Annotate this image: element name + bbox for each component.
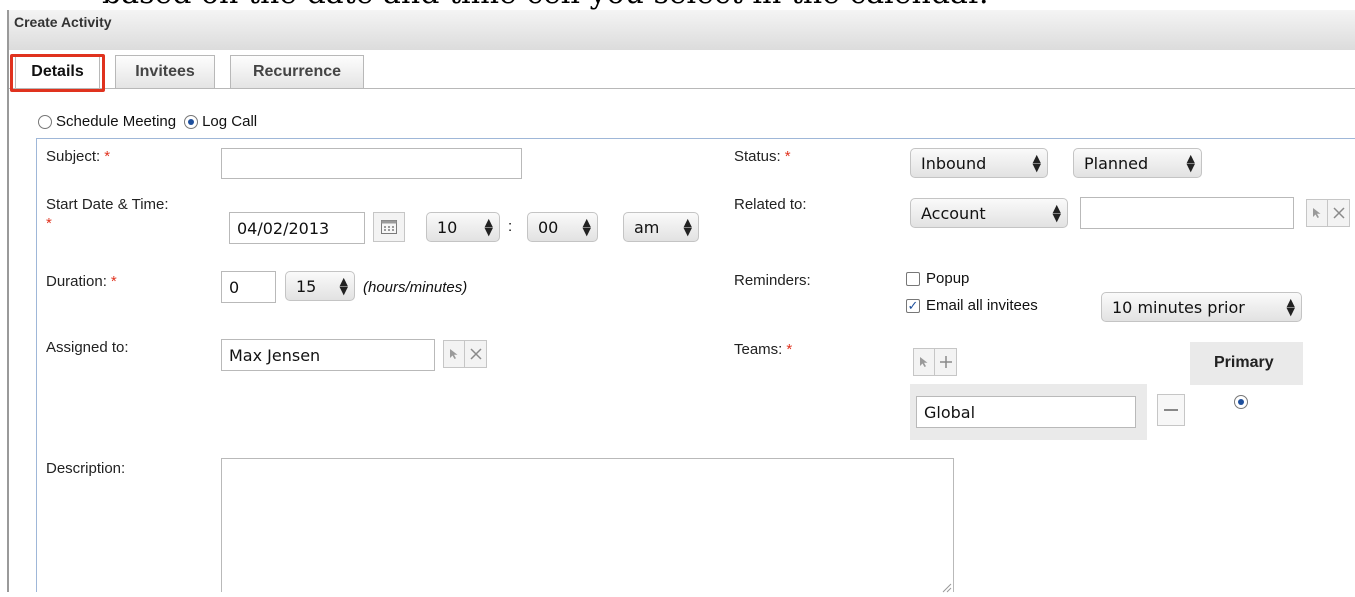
clear-icon[interactable]	[1328, 199, 1350, 227]
duration-minutes-select[interactable]: 15 ▲ ▼	[285, 271, 355, 301]
email-invitees-label: Email all invitees	[926, 297, 1038, 314]
related-to-label: Related to:	[734, 196, 807, 213]
time-separator: :	[508, 218, 513, 235]
tab-recurrence[interactable]: Recurrence	[230, 55, 364, 88]
select-cursor-icon[interactable]	[1306, 199, 1328, 227]
select-arrows-icon: ▲ ▼	[339, 275, 348, 297]
start-hour-select[interactable]: 10 ▲ ▼	[426, 212, 500, 242]
details-tab-highlight	[10, 54, 105, 92]
select-arrows-icon: ▲ ▼	[683, 216, 692, 238]
start-meridiem-select[interactable]: am ▲ ▼	[623, 212, 699, 242]
remove-team-icon[interactable]	[1157, 394, 1185, 426]
select-cursor-icon[interactable]	[913, 348, 935, 376]
start-datetime-label: Start Date & Time:	[46, 196, 169, 213]
select-cursor-icon[interactable]	[443, 340, 465, 368]
assigned-to-actions	[443, 340, 487, 368]
add-team-icon[interactable]	[935, 348, 957, 376]
duration-hours-input[interactable]: 0	[221, 271, 276, 303]
select-arrows-icon: ▲ ▼	[1286, 296, 1295, 318]
related-to-input[interactable]	[1080, 197, 1294, 229]
duration-hint: (hours/minutes)	[363, 279, 468, 296]
select-arrows-icon: ▲ ▼	[1032, 152, 1041, 174]
select-arrows-icon: ▲ ▼	[1186, 152, 1195, 174]
teams-actions	[913, 348, 957, 376]
subject-input[interactable]	[221, 148, 522, 179]
email-timing-select[interactable]: 10 minutes prior ▲ ▼	[1101, 292, 1302, 322]
assigned-to-input[interactable]: Max Jensen	[221, 339, 435, 371]
start-minute-select[interactable]: 00 ▲ ▼	[527, 212, 598, 242]
tabs-baseline	[9, 88, 1355, 89]
primary-header: Primary	[1214, 354, 1274, 371]
select-arrows-icon: ▲ ▼	[1052, 202, 1061, 224]
popup-checkbox[interactable]	[906, 271, 920, 286]
popup-label: Popup	[926, 270, 970, 287]
team-name-input[interactable]: Global	[916, 396, 1136, 428]
start-date-input[interactable]: 04/02/2013	[229, 212, 365, 244]
email-checkbox[interactable]: ✓	[906, 298, 920, 313]
status-direction-select[interactable]: Inbound ▲ ▼	[910, 148, 1048, 178]
assigned-to-label: Assigned to:	[46, 339, 129, 356]
log-call-radio[interactable]	[184, 114, 199, 129]
subject-label: Subject: *	[46, 148, 111, 165]
select-arrows-icon: ▲ ▼	[582, 216, 591, 238]
dialog-title: Create Activity	[14, 14, 112, 30]
calendar-icon[interactable]	[373, 212, 405, 242]
schedule-meeting-radio[interactable]	[38, 114, 52, 129]
dialog-header	[9, 10, 1355, 50]
tab-invitees[interactable]: Invitees	[115, 55, 215, 88]
email-reminder: ✓ Email all invitees	[906, 297, 1038, 314]
resize-handle-icon[interactable]	[940, 580, 952, 593]
clear-icon[interactable]	[465, 340, 487, 368]
duration-label: Duration: *	[46, 273, 117, 290]
activity-type-group: Schedule Meeting Log Call	[38, 113, 257, 130]
start-datetime-required: *	[46, 215, 52, 232]
popup-reminder: Popup	[906, 270, 969, 287]
reminders-label: Reminders:	[734, 272, 811, 289]
schedule-meeting-label: Schedule Meeting	[56, 113, 177, 130]
related-type-select[interactable]: Account ▲ ▼	[910, 198, 1068, 228]
dialog-left-border	[7, 10, 9, 592]
teams-label: Teams: *	[734, 341, 793, 358]
status-label: Status: *	[734, 148, 791, 165]
select-arrows-icon: ▲ ▼	[484, 216, 493, 238]
related-to-actions	[1306, 199, 1350, 227]
log-call-label: Log Call	[202, 113, 258, 130]
description-textarea[interactable]	[221, 458, 954, 592]
primary-team-radio[interactable]	[1234, 395, 1248, 409]
description-label: Description:	[46, 460, 126, 477]
status-state-select[interactable]: Planned ▲ ▼	[1073, 148, 1202, 178]
